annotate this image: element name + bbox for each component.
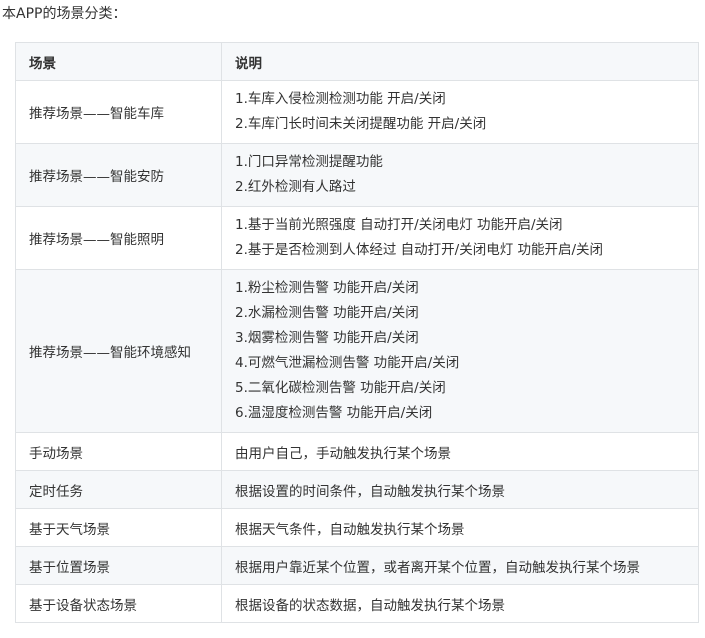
description-line: 5.二氧化碳检测告警 功能开启/关闭 [235,380,446,396]
scene-cell: 基于天气场景 [15,508,222,547]
description-cell: 由用户自己，手动触发执行某个场景 [221,432,699,471]
table-row: 基于设备状态场景 根据设备的状态数据，自动触发执行某个场景 [15,584,699,623]
description-cell: 1.门口异常检测提醒功能 2.红外检测有人路过 [221,143,699,207]
description-line: 3.烟雾检测告警 功能开启/关闭 [235,330,419,346]
description-line: 1.基于当前光照强度 自动打开/关闭电灯 功能开启/关闭 [235,217,563,233]
intro-text: 本APP的场景分类： [2,6,127,22]
description-cell: 根据设置的时间条件，自动触发执行某个场景 [221,470,699,509]
description-line: 4.可燃气泄漏检测告警 功能开启/关闭 [235,355,460,371]
description-cell: 根据用户靠近某个位置，或者离开某个位置，自动触发执行某个场景 [221,546,699,585]
description-line: 1.粉尘检测告警 功能开启/关闭 [235,280,419,296]
scene-cell: 推荐场景——智能环境感知 [15,269,222,433]
table-row: 基于位置场景 根据用户靠近某个位置，或者离开某个位置，自动触发执行某个场景 [15,546,699,585]
scene-cell: 定时任务 [15,470,222,509]
table-row: 定时任务 根据设置的时间条件，自动触发执行某个场景 [15,470,699,509]
table-header-row: 场景 说明 [15,42,699,81]
scene-cell: 推荐场景——智能安防 [15,143,222,207]
header-description: 说明 [221,42,699,81]
description-line: 6.温湿度检测告警 功能开启/关闭 [235,405,433,421]
scene-cell: 基于位置场景 [15,546,222,585]
description-line: 2.基于是否检测到人体经过 自动打开/关闭电灯 功能开启/关闭 [235,242,604,258]
table-row: 推荐场景——智能安防 1.门口异常检测提醒功能 2.红外检测有人路过 [15,143,699,207]
table-row: 推荐场景——智能车库 1.车库入侵检测检测功能 开启/关闭 2.车库门长时间未关… [15,80,699,144]
description-cell: 1.基于当前光照强度 自动打开/关闭电灯 功能开启/关闭 2.基于是否检测到人体… [221,206,699,270]
table-row: 基于天气场景 根据天气条件，自动触发执行某个场景 [15,508,699,547]
description-cell: 根据设备的状态数据，自动触发执行某个场景 [221,584,699,623]
scene-cell: 推荐场景——智能照明 [15,206,222,270]
description-line: 2.红外检测有人路过 [235,179,356,195]
table-row: 推荐场景——智能环境感知 1.粉尘检测告警 功能开启/关闭 2.水漏检测告警 功… [15,269,699,433]
description-line: 1.车库入侵检测检测功能 开启/关闭 [235,91,446,107]
scene-cell: 基于设备状态场景 [15,584,222,623]
table-row: 手动场景 由用户自己，手动触发执行某个场景 [15,432,699,471]
scene-cell: 推荐场景——智能车库 [15,80,222,144]
description-line: 1.门口异常检测提醒功能 [235,154,383,170]
description-cell: 1.车库入侵检测检测功能 开启/关闭 2.车库门长时间未关闭提醒功能 开启/关闭 [221,80,699,144]
description-cell: 1.粉尘检测告警 功能开启/关闭 2.水漏检测告警 功能开启/关闭 3.烟雾检测… [221,269,699,433]
description-line: 2.车库门长时间未关闭提醒功能 开启/关闭 [235,116,487,132]
description-cell: 根据天气条件，自动触发执行某个场景 [221,508,699,547]
header-scene: 场景 [15,42,222,81]
description-line: 2.水漏检测告警 功能开启/关闭 [235,305,419,321]
scene-cell: 手动场景 [15,432,222,471]
table-row: 推荐场景——智能照明 1.基于当前光照强度 自动打开/关闭电灯 功能开启/关闭 … [15,206,699,270]
scene-table: 场景 说明 推荐场景——智能车库 1.车库入侵检测检测功能 开启/关闭 2.车库… [15,42,699,623]
